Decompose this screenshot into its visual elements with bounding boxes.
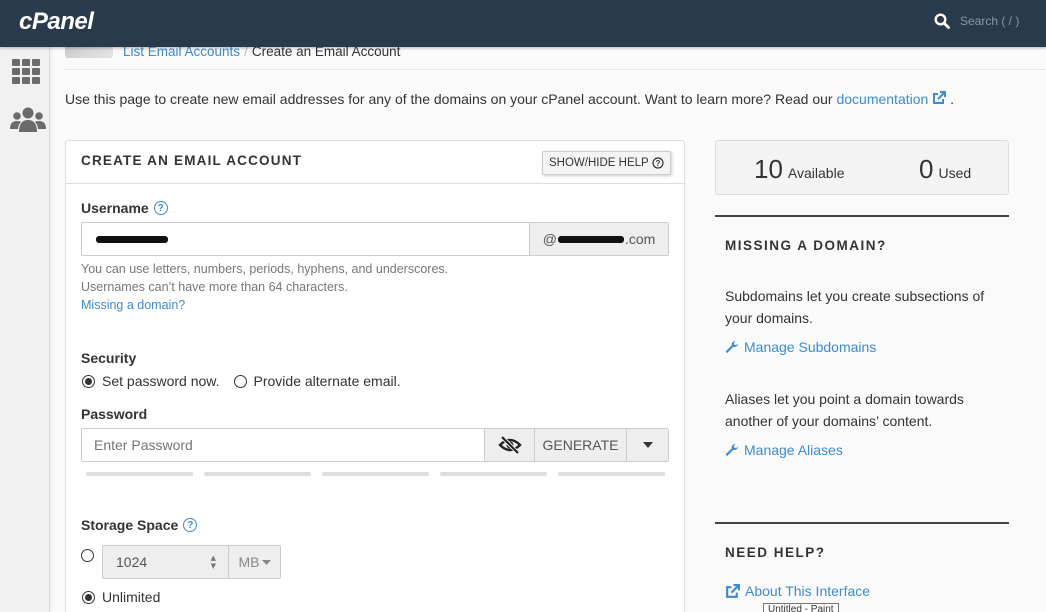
quota-unit: MB <box>238 554 260 570</box>
unlimited-option: Unlimited <box>82 589 160 605</box>
sidebar-item-users[interactable] <box>10 107 46 137</box>
username-input-group: @ .com <box>81 222 669 256</box>
external-link-icon[interactable] <box>932 91 947 105</box>
manage-subdomains-label: Manage Subdomains <box>744 339 877 355</box>
domain-redacted <box>557 235 624 243</box>
quota-spinner[interactable]: ▲ ▼ <box>211 554 216 570</box>
intro-text: Use this page to create new email addres… <box>65 91 837 107</box>
storage-label-text: Storage Space <box>81 517 179 533</box>
search-icon <box>934 13 950 29</box>
sidebar <box>0 47 50 612</box>
need-help-heading: NEED HELP? <box>725 545 826 560</box>
username-hint-length: Usernames can’t have more than 64 charac… <box>81 280 348 294</box>
intro-suffix: . <box>946 91 954 107</box>
page-description: Use this page to create new email addres… <box>65 91 954 107</box>
quota-unit-dropdown[interactable]: MB <box>228 546 280 578</box>
manage-aliases-label: Manage Aliases <box>744 442 843 458</box>
used-stat: 0 Used <box>919 154 971 185</box>
generate-label: GENERATE <box>542 437 619 453</box>
top-bar: cPanel Search ( / ) <box>0 0 1046 47</box>
username-label-text: Username <box>81 200 149 216</box>
search-placeholder[interactable]: Search ( / ) <box>960 14 1019 28</box>
set-password-radio[interactable] <box>82 374 95 388</box>
alternate-email-label[interactable]: Provide alternate email. <box>254 373 401 389</box>
username-field[interactable] <box>82 223 529 255</box>
wrench-icon <box>725 340 738 353</box>
caret-down-icon <box>261 559 271 565</box>
strength-segment <box>86 472 193 476</box>
security-label: Security <box>81 350 136 366</box>
taskbar-tooltip: Untitled - Paint <box>763 603 839 612</box>
cpanel-logo[interactable]: cPanel <box>19 8 94 36</box>
help-button-label: SHOW/HIDE HELP <box>549 157 649 169</box>
domain-at: @ <box>542 231 557 247</box>
svg-text:?: ? <box>655 159 660 168</box>
manage-subdomains-link[interactable]: Manage Subdomains <box>725 339 876 355</box>
used-count: 0 <box>919 154 934 184</box>
password-input[interactable] <box>82 429 484 461</box>
available-label: Available <box>787 165 845 181</box>
external-link-icon <box>726 583 740 598</box>
set-password-label[interactable]: Set password now. <box>102 373 220 389</box>
username-label: Username ? <box>81 200 168 216</box>
create-email-panel: CREATE AN EMAIL ACCOUNT SHOW/HIDE HELP ?… <box>65 140 685 612</box>
about-interface-link[interactable]: About This Interface <box>725 583 870 599</box>
missing-domain-link[interactable]: Missing a domain? <box>81 296 448 314</box>
storage-help-icon[interactable]: ? <box>183 518 198 532</box>
section-divider <box>715 522 1009 524</box>
section-divider <box>715 215 1009 217</box>
domain-tld: .com <box>624 231 656 247</box>
alternate-email-radio[interactable] <box>233 374 247 388</box>
available-stat: 10 Available <box>754 154 844 185</box>
security-label-text: Security <box>81 350 137 366</box>
sidebar-item-tools[interactable] <box>11 59 41 89</box>
quota-input[interactable]: 1024 ▲ ▼ <box>103 546 228 578</box>
caret-down-icon <box>642 442 653 448</box>
question-circle-icon: ? <box>652 157 664 169</box>
unlimited-label[interactable]: Unlimited <box>102 589 160 605</box>
quota-radio[interactable] <box>81 549 94 562</box>
quota-input-group: 1024 ▲ ▼ MB <box>102 545 281 579</box>
generate-password-button[interactable]: GENERATE <box>534 429 626 461</box>
subdomains-description: Subdomains let you create subsections of… <box>725 288 985 326</box>
generate-options-dropdown[interactable] <box>626 429 668 461</box>
show-hide-help-button[interactable]: SHOW/HIDE HELP ? <box>542 151 671 175</box>
username-redacted-value <box>96 235 168 243</box>
strength-segment <box>204 472 311 476</box>
strength-segment <box>558 472 665 476</box>
strength-segment <box>322 472 429 476</box>
about-interface-label: About This Interface <box>745 583 871 599</box>
password-label: Password <box>81 406 147 422</box>
username-hint-chars: You can use letters, numbers, periods, h… <box>81 262 449 276</box>
panel-title: CREATE AN EMAIL ACCOUNT <box>81 153 303 168</box>
aliases-description: Aliases let you point a domain towards a… <box>725 391 964 429</box>
available-count: 10 <box>754 154 783 184</box>
password-strength-meter <box>86 472 665 476</box>
search-box[interactable]: Search ( / ) <box>934 13 1019 29</box>
strength-segment <box>440 472 547 476</box>
security-options: Set password now. Provide alternate emai… <box>82 373 401 389</box>
documentation-link[interactable]: documentation <box>836 91 928 107</box>
users-icon <box>10 107 46 132</box>
account-stats: 10 Available 0 Used <box>715 140 1009 195</box>
grid-icon <box>12 59 40 84</box>
quota-value: 1024 <box>116 554 148 570</box>
storage-label: Storage Space ? <box>81 517 198 533</box>
unlimited-radio[interactable] <box>82 590 95 604</box>
password-input-group: GENERATE <box>81 428 669 462</box>
domain-addon[interactable]: @ .com <box>529 223 668 255</box>
manage-aliases-link[interactable]: Manage Aliases <box>725 442 843 458</box>
username-help-icon[interactable]: ? <box>153 201 168 215</box>
toggle-password-visibility-button[interactable] <box>484 429 534 461</box>
username-hints: You can use letters, numbers, periods, h… <box>81 260 448 314</box>
eye-slash-icon <box>497 436 522 454</box>
missing-domain-heading: MISSING A DOMAIN? <box>725 238 887 253</box>
breadcrumb-divider <box>65 69 1046 70</box>
wrench-icon <box>725 443 738 456</box>
password-label-text: Password <box>81 406 148 422</box>
used-label: Used <box>938 165 972 181</box>
panel-header: CREATE AN EMAIL ACCOUNT SHOW/HIDE HELP ? <box>66 141 684 184</box>
